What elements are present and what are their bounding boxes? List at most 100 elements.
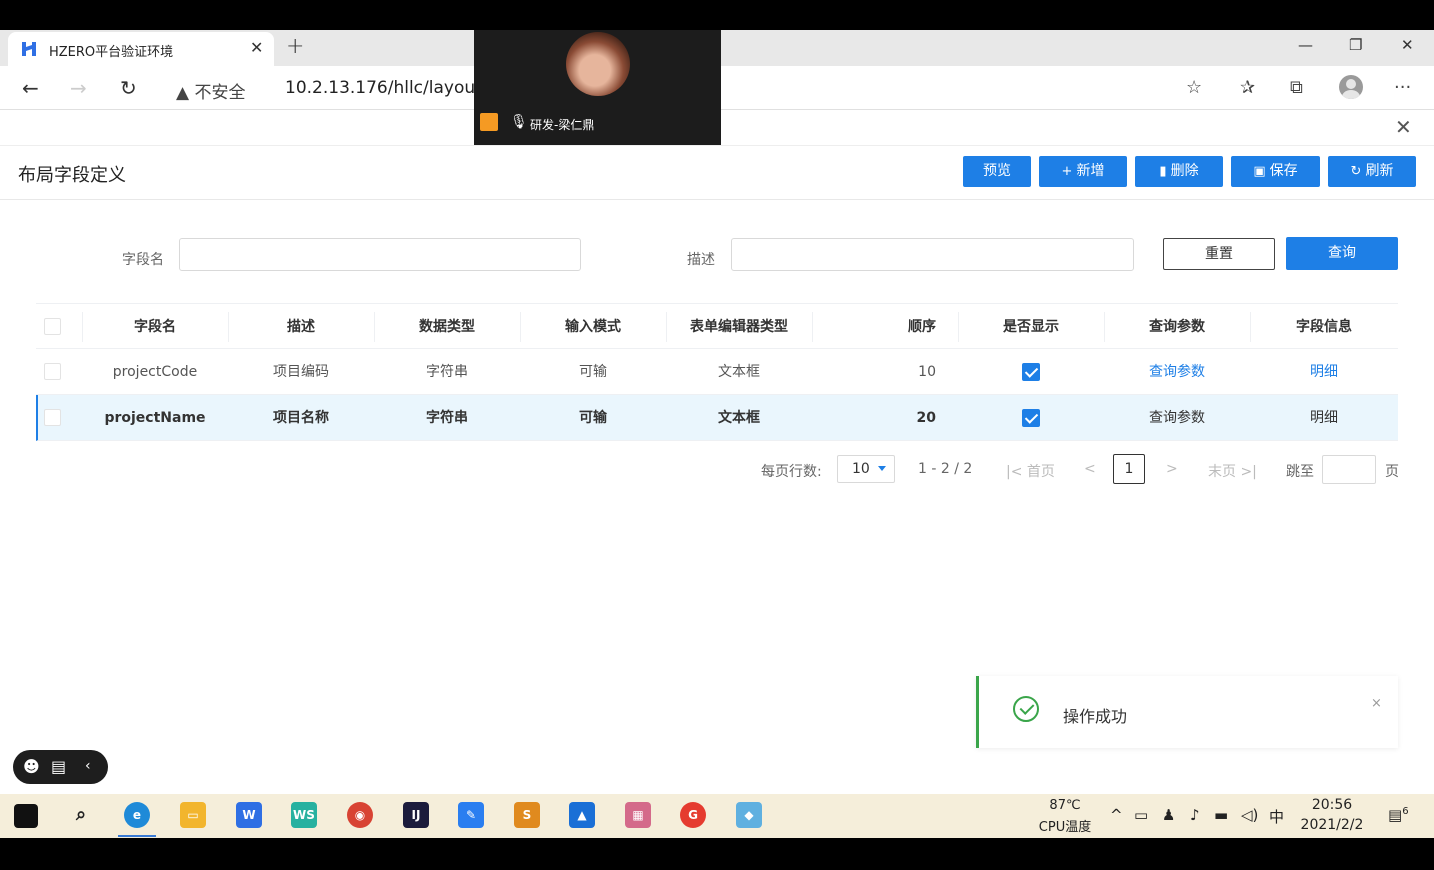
collapse-chevron-icon[interactable]: ‹ — [85, 758, 91, 774]
prev-page-button[interactable]: < — [1084, 461, 1096, 477]
visible-checkbox[interactable] — [1022, 409, 1040, 427]
refresh-button[interactable]: ↻ 刷新 — [1328, 156, 1416, 187]
edge-browser-icon[interactable]: e — [118, 802, 156, 837]
git-client-icon[interactable]: ◆ — [736, 802, 762, 828]
field-name-input[interactable] — [179, 238, 581, 271]
add-button[interactable]: + 新增 — [1039, 156, 1127, 187]
floating-toolbar[interactable]: ☻ ▤ ‹ — [13, 750, 108, 784]
sublime-icon[interactable]: S — [514, 802, 540, 828]
current-page-button[interactable]: 1 — [1113, 454, 1145, 484]
emoji-icon[interactable]: ☻ — [23, 757, 40, 776]
cell-order[interactable]: 10 — [812, 349, 958, 395]
row-checkbox[interactable] — [44, 409, 61, 426]
table-row[interactable]: projectCode 项目编码 字符串 可输 文本框 10 查询参数 明细 — [36, 349, 1398, 395]
microphone-icon[interactable]: 🎙 — [510, 114, 528, 130]
microphone-tray-icon[interactable]: ♪ — [1190, 806, 1200, 824]
ime-indicator[interactable]: 中 — [1269, 806, 1284, 827]
first-page-button[interactable]: |< 首页 — [1006, 461, 1055, 481]
last-page-button[interactable]: 末页 >| — [1208, 461, 1257, 481]
column-divider — [958, 312, 959, 342]
window-close-button[interactable]: ✕ — [1401, 36, 1414, 54]
add-favorite-icon[interactable]: ☆ — [1186, 77, 1202, 98]
clock-time[interactable]: 20:56 — [1302, 797, 1362, 813]
reset-button[interactable]: 重置 — [1163, 238, 1275, 270]
back-arrow-icon[interactable]: ← — [22, 76, 39, 100]
webstorm-icon[interactable]: WS — [291, 802, 317, 828]
rows-per-page-select[interactable]: 10 — [837, 455, 895, 483]
field-info-detail-link[interactable]: 明细 — [1250, 395, 1398, 441]
query-params-link[interactable]: 查询参数 — [1104, 349, 1250, 395]
qq-icon[interactable]: ♟ — [1162, 806, 1175, 824]
wps-writer-icon[interactable]: W — [236, 802, 262, 828]
delete-button[interactable]: ▮ 删除 — [1135, 156, 1223, 187]
file-explorer-icon[interactable]: ▭ — [180, 802, 206, 828]
field-info-detail-link[interactable]: 明细 — [1250, 349, 1398, 395]
col-header-data-type[interactable]: 数据类型 — [374, 304, 520, 350]
col-header-description[interactable]: 描述 — [228, 304, 374, 350]
cell-editor-type[interactable]: 文本框 — [666, 395, 812, 441]
window-maximize-button[interactable]: ❐ — [1349, 36, 1362, 54]
clock-date[interactable]: 2021/2/2 — [1298, 817, 1366, 833]
save-button[interactable]: ▣ 保存 — [1231, 156, 1320, 187]
query-button[interactable]: 查询 — [1286, 237, 1398, 270]
favorites-icon[interactable]: ✰ — [1240, 77, 1255, 98]
notes-app-icon[interactable]: ✎ — [458, 802, 484, 828]
window-minimize-button[interactable]: — — [1298, 36, 1313, 54]
col-header-field-name[interactable]: 字段名 — [82, 304, 228, 350]
database-icon[interactable]: ▦ — [625, 802, 651, 828]
intellij-icon[interactable]: IJ — [403, 802, 429, 828]
forward-arrow-icon[interactable]: → — [70, 76, 87, 100]
network-icon[interactable]: ▭ — [1134, 806, 1148, 824]
cell-field-name[interactable]: projectCode — [82, 349, 228, 395]
cell-editor-type[interactable]: 文本框 — [666, 349, 812, 395]
collections-icon[interactable]: ⧉ — [1290, 77, 1303, 98]
column-divider — [228, 312, 229, 342]
notification-center-icon[interactable]: ▤6 — [1388, 806, 1409, 824]
profile-avatar[interactable] — [1339, 75, 1363, 99]
jump-to-page-input[interactable] — [1322, 455, 1376, 484]
select-all-checkbox[interactable] — [44, 318, 61, 335]
security-warning[interactable]: ▲ 不安全 — [176, 78, 245, 103]
query-params-link[interactable]: 查询参数 — [1104, 395, 1250, 441]
col-header-visible[interactable]: 是否显示 — [958, 304, 1104, 350]
tab-close-icon[interactable]: ✕ — [250, 38, 263, 57]
chat-icon[interactable]: ▤ — [51, 757, 66, 776]
description-input[interactable] — [731, 238, 1134, 271]
page-close-icon[interactable]: ✕ — [1395, 115, 1412, 139]
photo-app-icon[interactable]: ▲ — [569, 802, 595, 828]
cell-data-type[interactable]: 字符串 — [374, 395, 520, 441]
col-header-query-params[interactable]: 查询参数 — [1104, 304, 1250, 350]
row-checkbox[interactable] — [44, 363, 61, 380]
volume-icon[interactable]: ◁) — [1241, 806, 1258, 824]
browser-tab[interactable]: HZERO平台验证环境 ✕ — [8, 32, 274, 66]
col-header-editor-type[interactable]: 表单编辑器类型 — [666, 304, 812, 350]
video-call-overlay[interactable]: 🎙 研发-梁仁鼎 — [474, 30, 721, 145]
table-row-selected[interactable]: projectName 项目名称 字符串 可输 文本框 20 查询参数 明细 — [36, 395, 1398, 441]
next-page-button[interactable]: > — [1166, 461, 1178, 477]
toast-close-icon[interactable]: × — [1371, 696, 1382, 711]
preview-button[interactable]: 预览 — [963, 156, 1031, 187]
visible-checkbox[interactable] — [1022, 363, 1040, 381]
windows-start-icon[interactable] — [14, 804, 38, 828]
cell-visible[interactable] — [958, 349, 1104, 395]
more-menu-icon[interactable]: ··· — [1394, 77, 1411, 98]
col-header-field-info[interactable]: 字段信息 — [1250, 304, 1398, 350]
cell-field-name[interactable]: projectName — [82, 395, 228, 441]
col-header-order[interactable]: 顺序 — [812, 304, 958, 350]
cell-order[interactable]: 20 — [812, 395, 958, 441]
cell-data-type[interactable]: 字符串 — [374, 349, 520, 395]
url-field[interactable]: 10.2.13.176/hllc/layout/l — [285, 78, 492, 98]
red-app-icon[interactable]: G — [680, 802, 706, 828]
show-hidden-icons-chevron-icon[interactable]: ^ — [1110, 806, 1123, 824]
search-icon[interactable]: ⌕ — [68, 802, 94, 828]
cell-description[interactable]: 项目编码 — [228, 349, 374, 395]
cell-input-mode[interactable]: 可输 — [520, 349, 666, 395]
col-header-input-mode[interactable]: 输入模式 — [520, 304, 666, 350]
battery-icon[interactable]: ▬ — [1214, 806, 1228, 824]
reload-icon[interactable]: ↻ — [120, 76, 137, 100]
cell-visible[interactable] — [958, 395, 1104, 441]
cell-input-mode[interactable]: 可输 — [520, 395, 666, 441]
cell-description[interactable]: 项目名称 — [228, 395, 374, 441]
new-tab-button[interactable]: + — [286, 34, 304, 59]
chrome-icon[interactable]: ◉ — [347, 802, 373, 828]
